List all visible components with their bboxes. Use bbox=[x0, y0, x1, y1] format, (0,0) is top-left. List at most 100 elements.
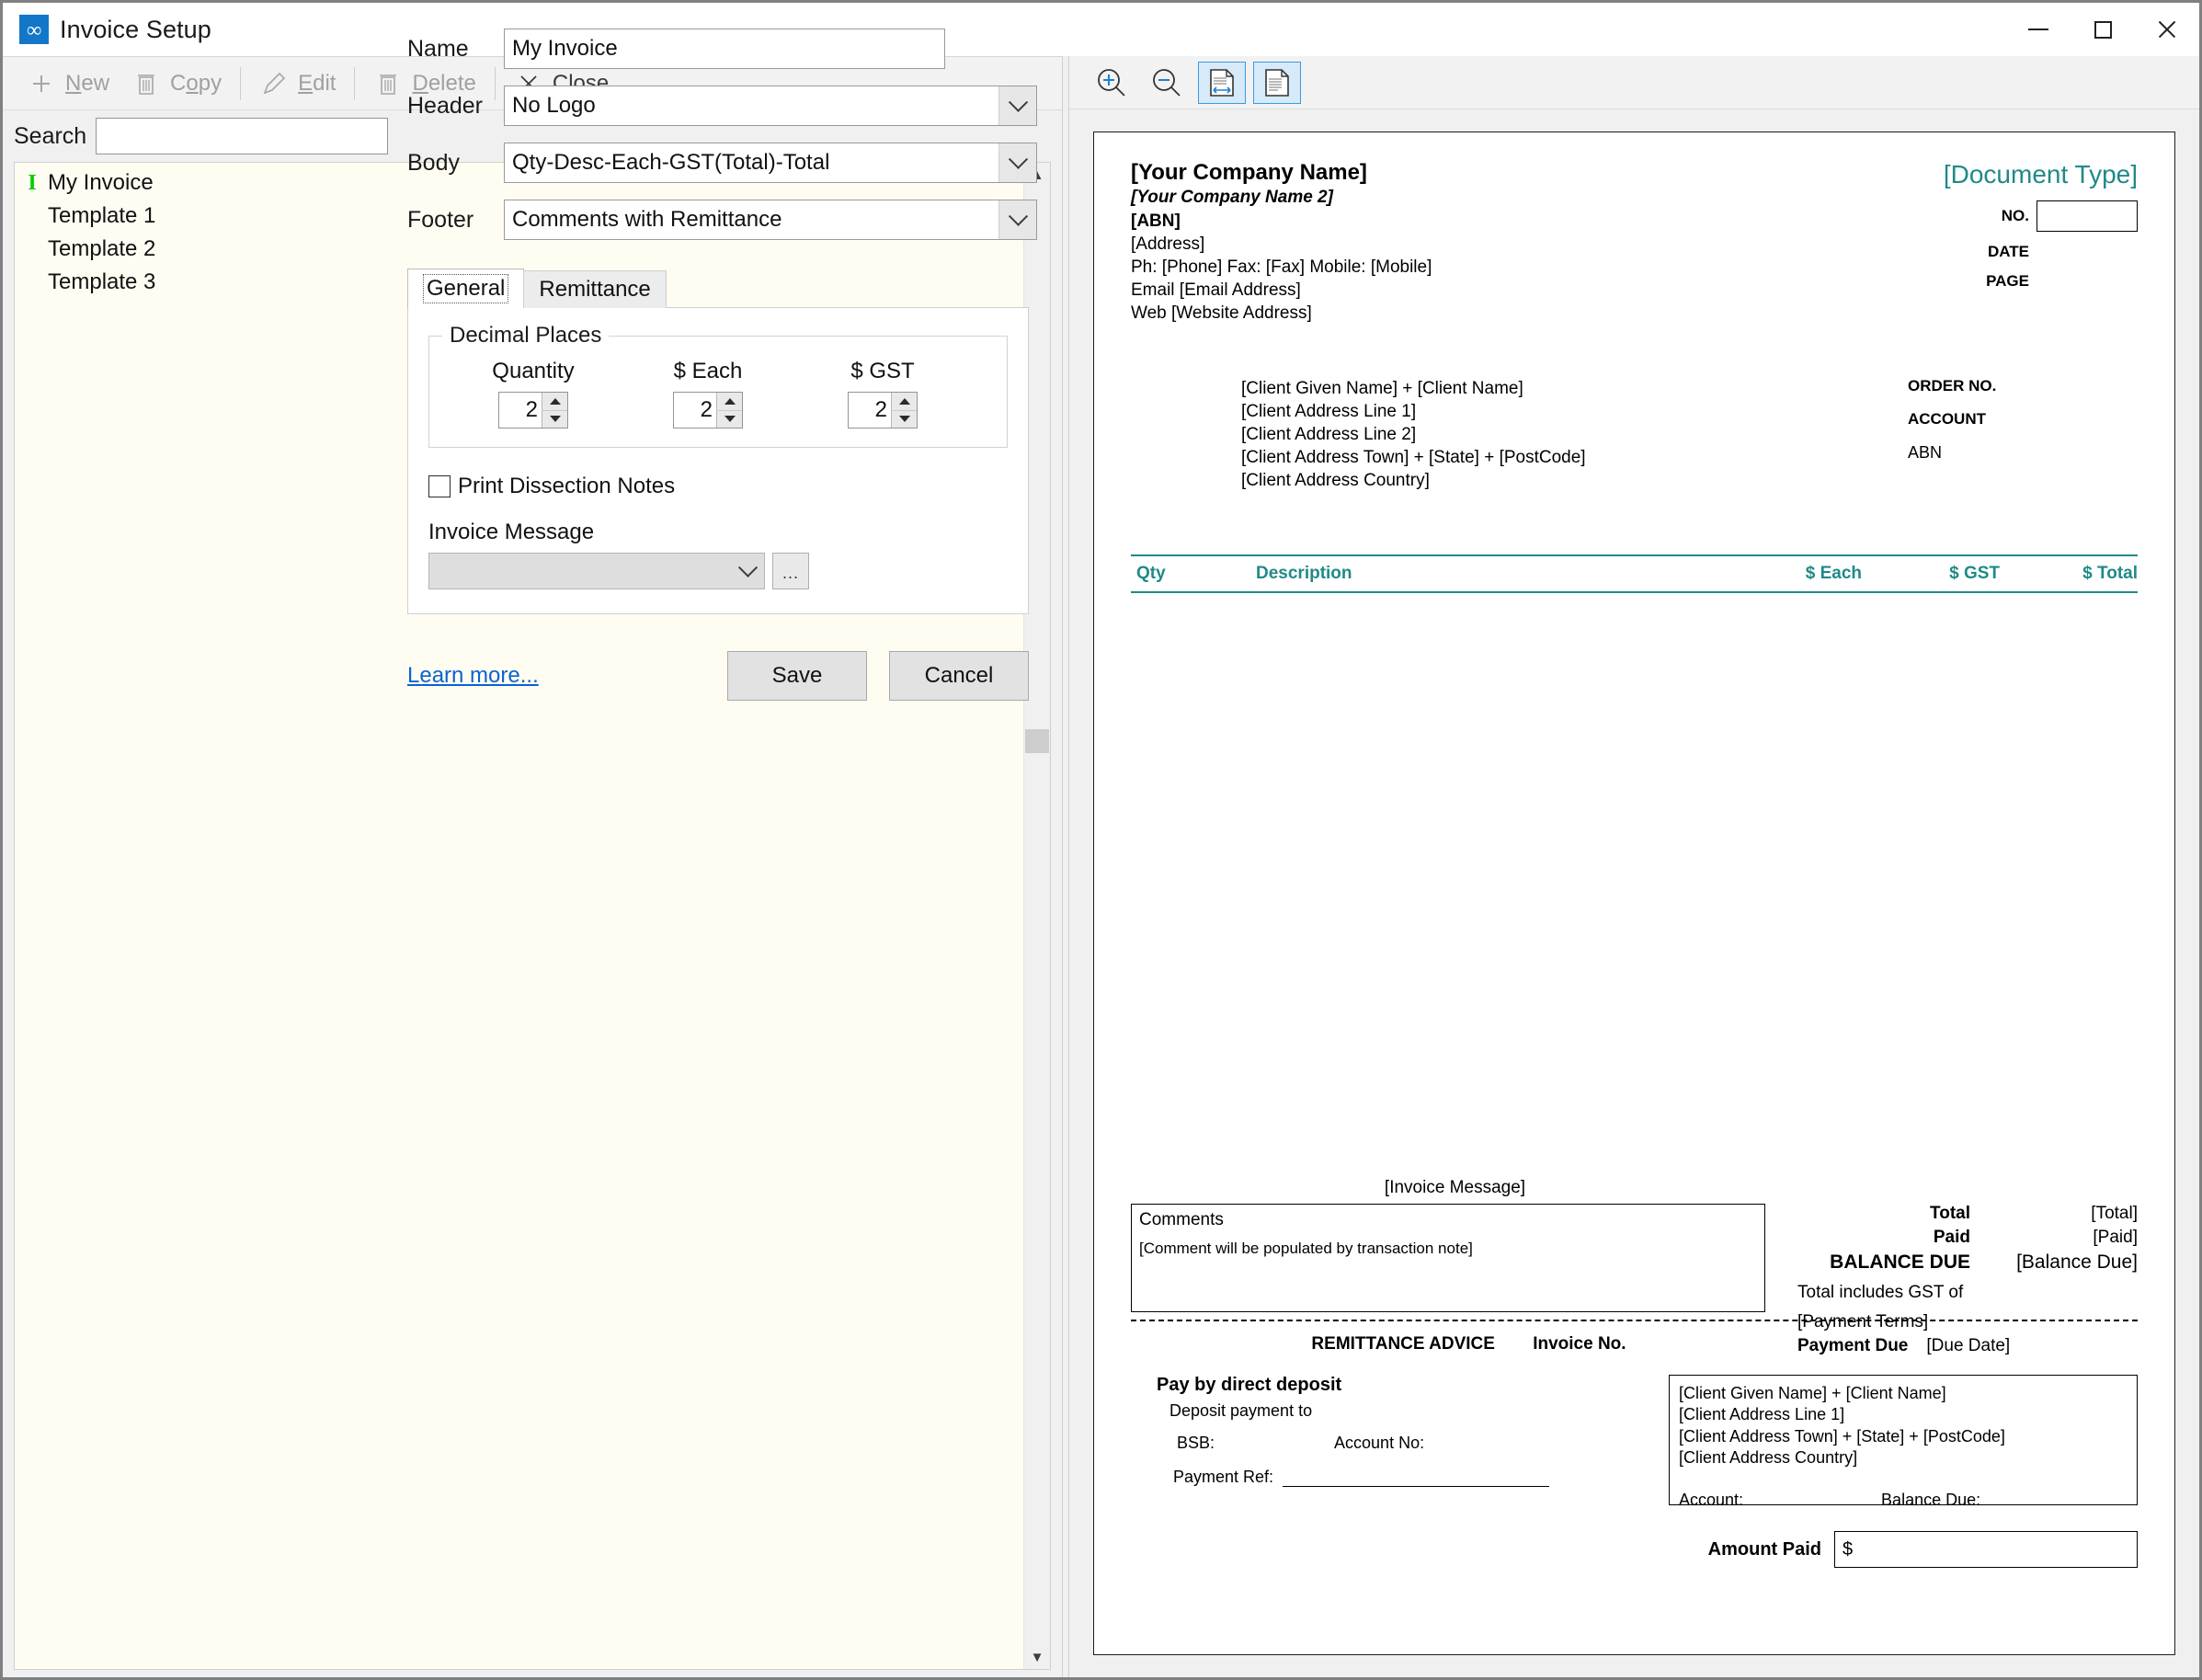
chevron-down-icon[interactable]: ▼ bbox=[1024, 1645, 1050, 1669]
header-label: Header bbox=[407, 92, 483, 119]
tab-general[interactable]: General bbox=[407, 269, 525, 308]
total-value: [Total] bbox=[2091, 1204, 2138, 1223]
quantity-stepper[interactable]: 2 bbox=[498, 392, 568, 429]
edit-button[interactable]: Edit bbox=[248, 63, 347, 105]
client-line: [Client Given Name] + [Client Name] bbox=[1241, 379, 1523, 398]
client-line: [Client Address Country] bbox=[1241, 471, 1430, 491]
minimize-button[interactable] bbox=[2006, 3, 2071, 56]
stepper-up-icon[interactable] bbox=[542, 393, 567, 410]
chevron-down-icon[interactable] bbox=[998, 200, 1036, 239]
remittance-invoice-no-label: Invoice No. bbox=[1533, 1334, 1626, 1354]
list-item-label: My Invoice bbox=[48, 170, 154, 195]
balance-due-label: BALANCE DUE bbox=[1830, 1251, 1970, 1273]
close-window-button[interactable] bbox=[2135, 3, 2199, 56]
body-label: Body bbox=[407, 149, 460, 176]
chevron-down-icon[interactable] bbox=[998, 143, 1036, 182]
bsb-label: BSB: bbox=[1177, 1434, 1215, 1452]
fit-page-button[interactable] bbox=[1253, 61, 1301, 104]
header-value: No Logo bbox=[512, 93, 596, 118]
chevron-down-icon[interactable] bbox=[731, 554, 764, 589]
invoice-preview-page: [Your Company Name] [Your Company Name 2… bbox=[1093, 131, 2175, 1655]
comments-box: Comments [Comment will be populated by t… bbox=[1131, 1204, 1765, 1312]
search-input[interactable] bbox=[96, 118, 389, 154]
quantity-label: Quantity bbox=[492, 359, 575, 383]
new-button[interactable]: New bbox=[16, 63, 120, 105]
preview-toolbar bbox=[1069, 56, 2199, 109]
company-address: [Address] bbox=[1131, 234, 1205, 254]
document-page-label: PAGE bbox=[1986, 272, 2029, 290]
col-total: $ Total bbox=[2082, 564, 2138, 584]
zoom-in-button[interactable] bbox=[1088, 62, 1135, 104]
col-qty: Qty bbox=[1136, 564, 1166, 584]
print-dissection-notes-label: Print Dissection Notes bbox=[458, 474, 676, 498]
col-description: Description bbox=[1256, 564, 1352, 584]
list-item-label: Template 3 bbox=[48, 269, 156, 294]
selected-marker-icon: I bbox=[28, 170, 37, 195]
maximize-button[interactable] bbox=[2071, 3, 2135, 56]
invoice-page-content: [Your Company Name] [Your Company Name 2… bbox=[1131, 160, 2138, 1632]
remittance-client-line: [Client Address Town] + [State] + [PostC… bbox=[1679, 1426, 2005, 1446]
remittance-title-row: REMITTANCE ADVICE Invoice No. bbox=[1131, 1334, 2138, 1354]
print-dissection-notes-row[interactable]: Print Dissection Notes bbox=[428, 474, 1008, 499]
stepper-down-icon[interactable] bbox=[542, 409, 567, 428]
settings-tabs: General Remittance Decimal Places Quanti… bbox=[407, 269, 1029, 614]
each-stepper-buttons bbox=[716, 393, 742, 428]
client-address-block: [Client Given Name] + [Client Name] [Cli… bbox=[1241, 377, 1586, 492]
zoom-out-icon bbox=[1153, 68, 1181, 97]
comments-title: Comments bbox=[1139, 1210, 1224, 1229]
fit-width-button[interactable] bbox=[1198, 61, 1246, 104]
form-actions: Learn more... Save Cancel bbox=[407, 651, 1029, 701]
footer-select[interactable]: Comments with Remittance bbox=[504, 200, 1037, 240]
pane-splitter[interactable] bbox=[1062, 56, 1069, 1677]
account-no-label: Account No: bbox=[1334, 1434, 1425, 1452]
paid-row: Paid [Paid] bbox=[1797, 1228, 2138, 1248]
preview-scroll-area[interactable]: [Your Company Name] [Your Company Name 2… bbox=[1069, 109, 2199, 1677]
client-line: [Client Address Line 1] bbox=[1241, 402, 1417, 422]
invoice-header: [Your Company Name] [Your Company Name 2… bbox=[1131, 160, 2138, 324]
new-label: New bbox=[65, 70, 110, 96]
quantity-stepper-buttons bbox=[542, 393, 567, 428]
zoom-in-icon bbox=[1098, 68, 1125, 97]
footer-value: Comments with Remittance bbox=[512, 207, 782, 232]
title-bar: ∞ Invoice Setup bbox=[3, 3, 2199, 56]
amount-paid-label: Amount Paid bbox=[1707, 1538, 1821, 1560]
pencil-icon bbox=[263, 72, 286, 94]
total-label: Total bbox=[1930, 1204, 1970, 1223]
invoice-message-placeholder: [Invoice Message] bbox=[1384, 1178, 1526, 1197]
trash-icon bbox=[380, 74, 397, 95]
name-input[interactable] bbox=[504, 29, 945, 69]
invoice-message-select[interactable] bbox=[428, 553, 765, 589]
copy-button[interactable]: Copy bbox=[120, 63, 233, 105]
cancel-button[interactable]: Cancel bbox=[889, 651, 1029, 701]
tab-remittance[interactable]: Remittance bbox=[523, 270, 667, 308]
scrollbar-thumb[interactable] bbox=[1025, 729, 1049, 753]
remittance-client-line: [Client Address Country] bbox=[1679, 1448, 1858, 1468]
invoice-setup-window: ∞ Invoice Setup New Copy Edit Delete Clo… bbox=[3, 3, 2199, 1677]
zoom-out-button[interactable] bbox=[1143, 62, 1191, 104]
maximize-icon bbox=[2094, 20, 2112, 39]
document-no-label: NO. bbox=[2001, 207, 2029, 224]
header-select[interactable]: No Logo bbox=[504, 86, 1037, 126]
chevron-down-icon[interactable] bbox=[998, 86, 1036, 125]
each-stepper[interactable]: 2 bbox=[673, 392, 743, 429]
stepper-up-icon[interactable] bbox=[891, 393, 917, 410]
stepper-up-icon[interactable] bbox=[716, 393, 742, 410]
company-abn: [ABN] bbox=[1131, 211, 1181, 231]
remittance-account-label: Account: bbox=[1679, 1490, 1744, 1509]
gst-stepper-buttons bbox=[891, 393, 917, 428]
client-order-section: [Client Given Name] + [Client Name] [Cli… bbox=[1131, 377, 2138, 492]
stepper-down-icon[interactable] bbox=[716, 409, 742, 428]
print-dissection-notes-checkbox[interactable] bbox=[428, 475, 451, 497]
total-row: Total [Total] bbox=[1797, 1204, 2138, 1224]
balance-due-row: BALANCE DUE [Balance Due] bbox=[1797, 1251, 2138, 1274]
stepper-down-icon[interactable] bbox=[891, 409, 917, 428]
body-select[interactable]: Qty-Desc-Each-GST(Total)-Total bbox=[504, 143, 1037, 183]
save-button[interactable]: Save bbox=[727, 651, 867, 701]
invoice-message-browse-button[interactable]: ... bbox=[772, 553, 809, 589]
paid-value: [Paid] bbox=[2093, 1228, 2138, 1247]
quantity-field: Quantity 2 bbox=[446, 359, 621, 429]
learn-more-link[interactable]: Learn more... bbox=[407, 663, 539, 689]
name-label: Name bbox=[407, 35, 469, 62]
gst-stepper[interactable]: 2 bbox=[848, 392, 918, 429]
document-type: [Document Type] bbox=[1943, 160, 2138, 189]
